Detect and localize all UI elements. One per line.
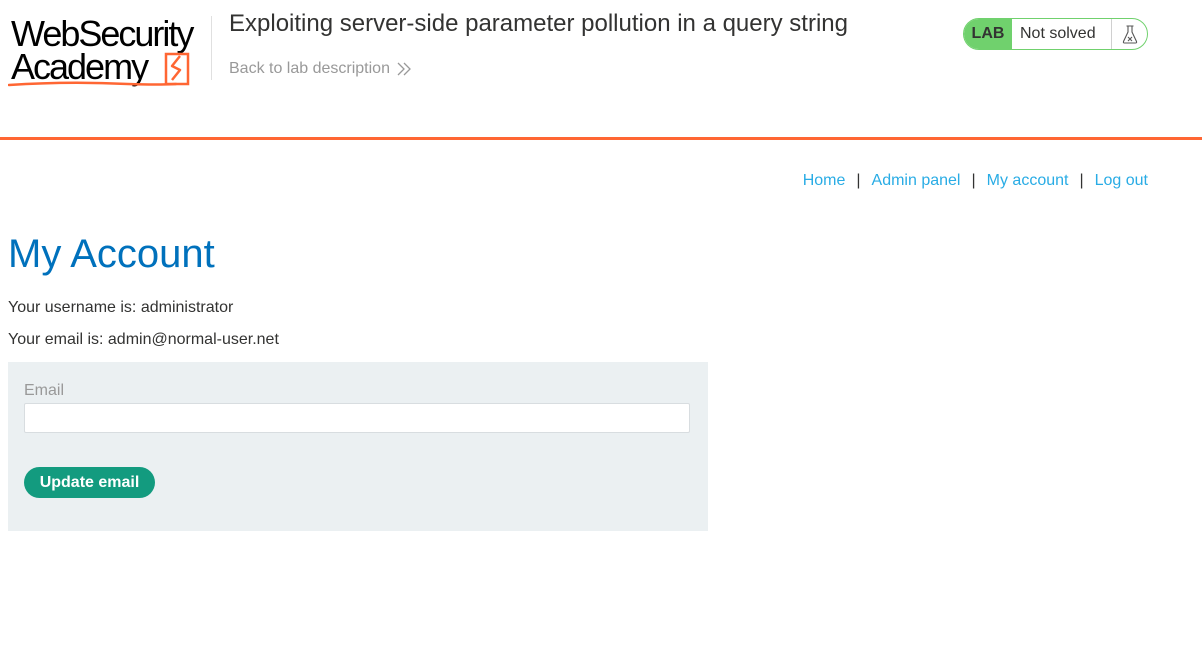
- lab-title: Exploiting server-side parameter polluti…: [229, 10, 848, 37]
- lab-status-widget: LAB Not solved: [963, 18, 1148, 50]
- lab-status-text: Not solved: [1012, 19, 1112, 49]
- change-email-form: Email Update email: [8, 362, 708, 531]
- header-divider: [211, 16, 212, 80]
- update-email-button[interactable]: Update email: [24, 467, 155, 498]
- back-link-label: Back to lab description: [229, 60, 390, 77]
- nav-home-link[interactable]: Home: [803, 171, 846, 191]
- nav-separator: |: [1079, 172, 1084, 189]
- lab-badge: LAB: [964, 19, 1012, 49]
- web-security-academy-logo[interactable]: WebSecurity Academy: [8, 14, 208, 90]
- header: WebSecurity Academy Exploiting server-si…: [0, 0, 1202, 140]
- nav-my-account-link[interactable]: My account: [987, 171, 1069, 191]
- nav-separator: |: [856, 172, 861, 189]
- header-accent-rule: [0, 137, 1202, 140]
- nav-log-out-link[interactable]: Log out: [1095, 171, 1148, 191]
- email-label: Email: [24, 382, 65, 399]
- lightning-bolt-icon: [8, 52, 190, 87]
- email-input[interactable]: [24, 403, 690, 433]
- username-info: Your username is: administrator: [8, 299, 234, 316]
- email-info: Your email is: admin@normal-user.net: [8, 331, 279, 348]
- nav-separator: |: [971, 172, 976, 189]
- page-title: My Account: [8, 232, 215, 276]
- nav-admin-panel-link[interactable]: Admin panel: [872, 171, 961, 191]
- back-to-lab-description-link[interactable]: Back to lab description: [229, 59, 412, 79]
- top-navigation: Home | Admin panel | My account | Log ou…: [803, 171, 1148, 191]
- flask-icon: [1112, 19, 1147, 49]
- double-chevron-right-icon: [397, 62, 411, 76]
